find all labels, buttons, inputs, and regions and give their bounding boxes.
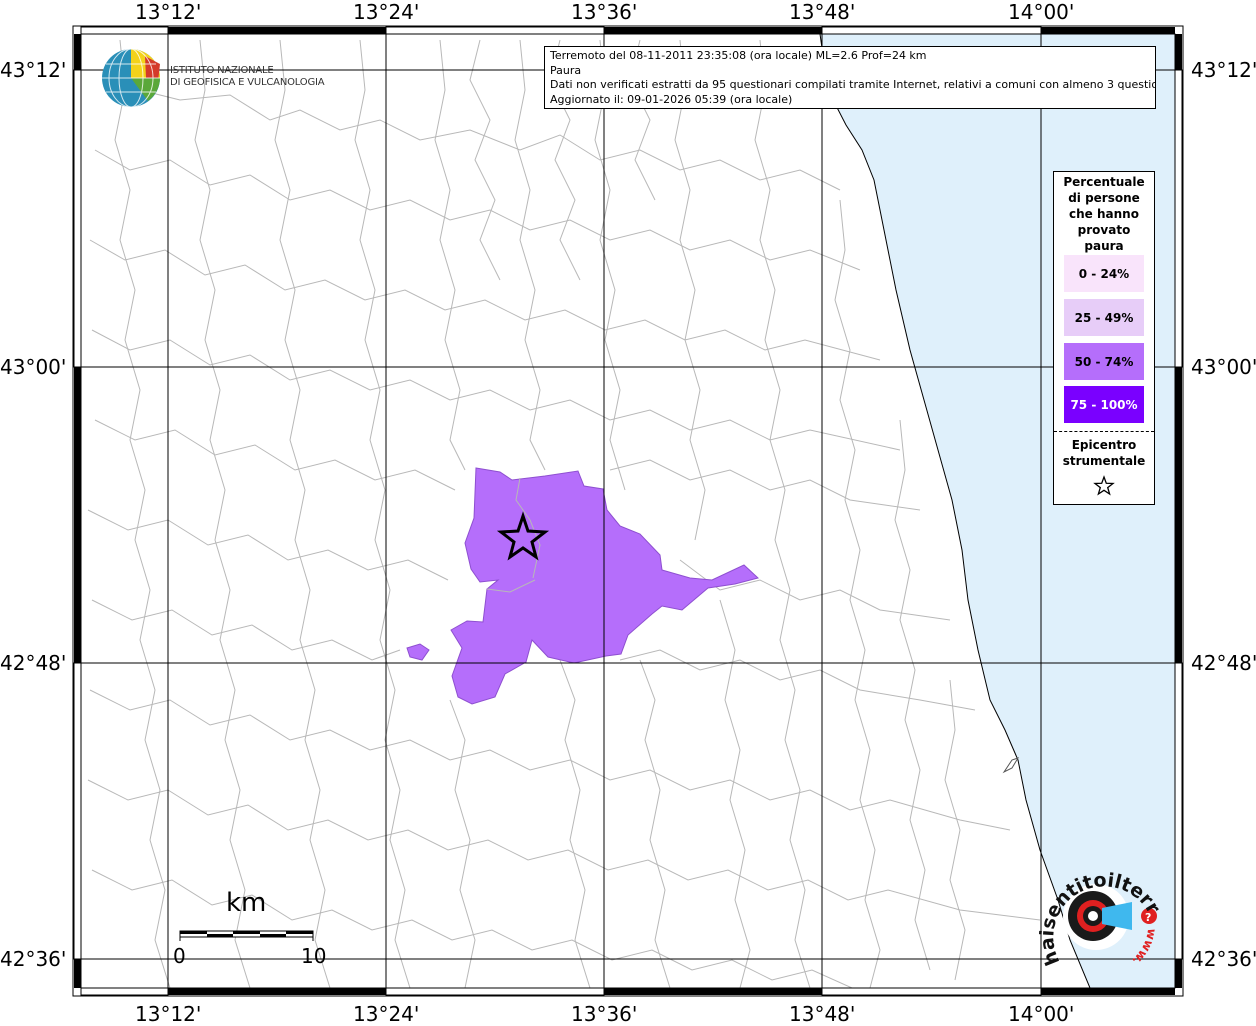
legend-title-line-2: di persone	[1068, 191, 1140, 205]
lat-label-left-4: 42°36'	[0, 947, 67, 971]
legend-epicenter-label: Epicentro strumentale	[1054, 437, 1154, 469]
svg-text:haisentitoilterremoto.it: haisentitoilterremoto.it	[1030, 850, 1165, 969]
legend-title-line-4: provato	[1077, 223, 1131, 237]
legend-title-line-3: che hanno	[1069, 207, 1139, 221]
lat-label-left-1: 43°12'	[0, 58, 67, 82]
scale-unit: km	[226, 888, 267, 918]
lat-label-left-2: 43°00'	[0, 355, 67, 379]
logo-www-text: www.	[1129, 927, 1159, 968]
lat-label-right-1: 43°12'	[1191, 58, 1256, 82]
legend-item-75-100: 75 - 100%	[1064, 386, 1144, 423]
legend-title: Percentuale di persone che hanno provato…	[1054, 174, 1154, 254]
scale-end-label: 10	[301, 944, 327, 968]
lat-label-right-2: 43°00'	[1191, 355, 1256, 379]
event-title: Terremoto del 08-11-2011 23:35:08 (ora l…	[550, 49, 927, 62]
lon-label-bottom-2: 13°24'	[353, 1002, 420, 1026]
lon-label-bottom-1: 13°12'	[135, 1002, 202, 1026]
legend-epicenter-line-1: Epicentro	[1071, 438, 1137, 452]
legend-item-0-24: 0 - 24%	[1064, 255, 1144, 292]
institute-line-1: ISTITUTO NAZIONALE	[170, 65, 274, 76]
lon-label-top-3: 13°36'	[571, 0, 638, 24]
map-parameter: Paura	[550, 63, 582, 77]
lon-label-top-5: 14°00'	[1008, 0, 1075, 24]
data-note: Dati non verificati estratti da 95 quest…	[550, 78, 1156, 91]
legend-star-icon	[1093, 475, 1115, 496]
legend-title-line-1: Percentuale	[1063, 175, 1145, 189]
lat-label-left-3: 42°48'	[0, 651, 67, 675]
ingv-globe-icon	[102, 48, 160, 108]
legend-item-50-74: 50 - 74%	[1064, 343, 1144, 380]
institute-line-2: DI GEOFISICA E VULCANOLOGIA	[170, 77, 325, 88]
lon-label-top-2: 13°24'	[353, 0, 420, 24]
legend: Percentuale di persone che hanno provato…	[1053, 171, 1155, 505]
event-info-box: Terremoto del 08-11-2011 23:35:08 (ora l…	[544, 46, 1156, 109]
legend-epicenter-line-2: strumentale	[1062, 454, 1146, 468]
legend-item-25-49: 25 - 49%	[1064, 299, 1144, 336]
lon-label-bottom-3: 13°36'	[571, 1002, 638, 1026]
scale-start-label: 0	[173, 944, 186, 968]
lon-label-top-4: 13°48'	[789, 0, 856, 24]
svg-text:www.: www.	[1129, 927, 1159, 968]
logo-brand-text: haisentitoilterremoto.it	[1030, 850, 1165, 969]
lon-label-top-1: 13°12'	[135, 0, 202, 24]
lon-label-bottom-4: 13°48'	[789, 1002, 856, 1026]
haisentito-logo-text: haisentitoilterremoto.it www.	[1030, 850, 1165, 969]
update-timestamp: Aggiornato il: 09-01-2026 05:39 (ora loc…	[550, 92, 793, 106]
lon-label-bottom-5: 14°00'	[1008, 1002, 1075, 1026]
lat-label-right-3: 42°48'	[1191, 651, 1256, 675]
lat-label-right-4: 42°36'	[1191, 947, 1256, 971]
institute-name: ISTITUTO NAZIONALE DI GEOFISICA E VULCAN…	[170, 65, 325, 89]
legend-divider	[1054, 431, 1154, 432]
legend-title-line-5: paura	[1084, 239, 1124, 253]
